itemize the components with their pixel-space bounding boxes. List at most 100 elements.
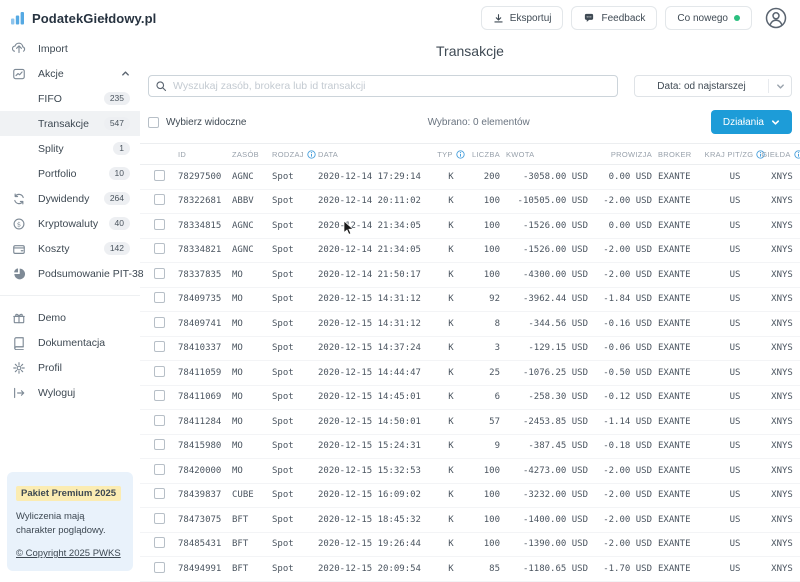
column-header-data[interactable]: DATA xyxy=(318,150,434,159)
column-header-kwota[interactable]: KWOTA xyxy=(506,150,594,159)
cell-zas-b: BFT xyxy=(232,564,272,574)
row-checkbox[interactable] xyxy=(154,513,178,527)
sidebar-item-transakcje[interactable]: Transakcje547 xyxy=(0,111,140,136)
search-input[interactable] xyxy=(148,75,618,97)
cell-prowizja: -0.50 USD xyxy=(594,368,658,378)
row-checkbox[interactable] xyxy=(154,415,178,429)
cell-id: 78337835 xyxy=(178,270,232,280)
table-row[interactable]: 78415980MOSpot2020-12-15 15:24:31K9-387.… xyxy=(140,435,800,460)
row-checkbox[interactable] xyxy=(154,562,178,576)
cell-rodzaj: Spot xyxy=(272,368,318,378)
export-button[interactable]: Eksportuj xyxy=(481,6,564,30)
table-row[interactable]: 78337835MOSpot2020-12-14 21:50:17K100-43… xyxy=(140,263,800,288)
sort-dropdown[interactable]: Data: od najstarszej xyxy=(634,75,792,97)
cell-liczba: 8 xyxy=(468,319,506,329)
sidebar-item-podsumowanie-pit-38[interactable]: Podsumowanie PIT-38 xyxy=(0,261,140,286)
table-row[interactable]: 78322681ABBVSpot2020-12-14 20:11:02K100-… xyxy=(140,190,800,215)
table-row[interactable]: 78334821AGNCSpot2020-12-14 21:34:05K100-… xyxy=(140,239,800,264)
cell-rodzaj: Spot xyxy=(272,490,318,500)
column-header-broker[interactable]: BROKER xyxy=(658,150,708,159)
cell-id: 78420000 xyxy=(178,466,232,476)
cell-prowizja: -1.14 USD xyxy=(594,417,658,427)
cell-liczba: 25 xyxy=(468,368,506,378)
sidebar-item-demo[interactable]: Demo xyxy=(0,305,140,330)
brand[interactable]: PodatekGiełdowy.pl xyxy=(10,10,156,26)
column-header-typ[interactable]: TYP xyxy=(434,150,468,159)
row-checkbox[interactable] xyxy=(154,292,178,306)
sidebar-item-fifo[interactable]: FIFO235 xyxy=(0,86,140,111)
cell-broker: EXANTE xyxy=(658,441,708,451)
table-row[interactable]: 78297500AGNCSpot2020-12-14 17:29:14K200-… xyxy=(140,165,800,190)
sidebar-item-dywidendy[interactable]: Dywidendy264 xyxy=(0,186,140,211)
cell-id: 78334815 xyxy=(178,221,232,231)
column-header-zas-b[interactable]: ZASÓB xyxy=(232,150,272,159)
cell-zas-b: AGNC xyxy=(232,245,272,255)
cell-kwota: -4273.00 USD xyxy=(506,466,594,476)
table-row[interactable]: 78334815AGNCSpot2020-12-14 21:34:05K100-… xyxy=(140,214,800,239)
row-checkbox[interactable] xyxy=(154,194,178,208)
cell-gie-da: XNYS xyxy=(762,564,800,574)
sidebar-item-akcje[interactable]: Akcje xyxy=(0,61,140,86)
table-row[interactable]: 78410337MOSpot2020-12-15 14:37:24K3-129.… xyxy=(140,337,800,362)
info-icon[interactable] xyxy=(794,150,800,159)
row-checkbox[interactable] xyxy=(154,366,178,380)
table-row[interactable]: 78473075BFTSpot2020-12-15 18:45:32K100-1… xyxy=(140,508,800,533)
table-row[interactable]: 78411284MOSpot2020-12-15 14:50:01K57-245… xyxy=(140,410,800,435)
select-visible-checkbox[interactable]: Wybierz widoczne xyxy=(148,117,247,128)
row-checkbox[interactable] xyxy=(154,390,178,404)
whats-new-button[interactable]: Co nowego xyxy=(665,6,752,30)
row-checkbox[interactable] xyxy=(154,219,178,233)
cell-id: 78473075 xyxy=(178,515,232,525)
count-badge: 40 xyxy=(109,217,130,230)
row-checkbox[interactable] xyxy=(154,341,178,355)
cell-data: 2020-12-15 15:24:31 xyxy=(318,441,434,451)
sidebar-item-wyloguj[interactable]: Wyloguj xyxy=(0,380,140,405)
sidebar-item-koszty[interactable]: Koszty142 xyxy=(0,236,140,261)
feedback-button[interactable]: Feedback xyxy=(571,6,657,30)
info-icon[interactable] xyxy=(307,150,316,159)
table-row[interactable]: 78411059MOSpot2020-12-15 14:44:47K25-107… xyxy=(140,361,800,386)
column-header-gie-da[interactable]: GIEŁDA xyxy=(762,150,800,159)
column-header-kraj-pit-zg[interactable]: KRAJ PIT/ZG xyxy=(708,150,762,159)
row-checkbox[interactable] xyxy=(154,464,178,478)
row-checkbox[interactable] xyxy=(154,243,178,257)
actions-button[interactable]: Działania xyxy=(711,110,792,134)
sidebar-item-kryptowaluty[interactable]: $Kryptowaluty40 xyxy=(0,211,140,236)
column-header-rodzaj[interactable]: RODZAJ xyxy=(272,150,318,159)
copyright-link[interactable]: © Copyright 2025 PWKS xyxy=(16,548,121,559)
table-row[interactable]: 78409735MOSpot2020-12-15 14:31:12K92-396… xyxy=(140,288,800,313)
row-checkbox[interactable] xyxy=(154,488,178,502)
column-header-liczba[interactable]: LICZBA xyxy=(468,150,506,159)
stocks-icon xyxy=(11,66,26,81)
checkbox-icon xyxy=(148,117,159,128)
sidebar-item-dokumentacja[interactable]: Dokumentacja xyxy=(0,330,140,355)
cell-prowizja: -2.00 USD xyxy=(594,245,658,255)
row-checkbox[interactable] xyxy=(154,268,178,282)
row-checkbox[interactable] xyxy=(154,170,178,184)
column-header-prowizja[interactable]: PROWIZJA xyxy=(594,150,658,159)
table-row[interactable]: 78485431BFTSpot2020-12-15 19:26:44K100-1… xyxy=(140,533,800,558)
sidebar-item-import[interactable]: Import xyxy=(0,36,140,61)
gear-icon xyxy=(11,360,26,375)
sidebar-item-splity[interactable]: Splity1 xyxy=(0,136,140,161)
cell-liczba: 200 xyxy=(468,172,506,182)
table-row[interactable]: 78439837CUBESpot2020-12-15 16:09:02K100-… xyxy=(140,484,800,509)
info-icon[interactable] xyxy=(456,150,465,159)
sidebar-item-portfolio[interactable]: Portfolio10 xyxy=(0,161,140,186)
cell-id: 78409735 xyxy=(178,294,232,304)
row-checkbox[interactable] xyxy=(154,537,178,551)
user-avatar[interactable] xyxy=(764,6,788,30)
column-header-id[interactable]: ID xyxy=(178,150,232,159)
table-row[interactable]: 78409741MOSpot2020-12-15 14:31:12K8-344.… xyxy=(140,312,800,337)
cell-kraj-pit-zg: US xyxy=(708,466,762,476)
cell-kraj-pit-zg: US xyxy=(708,539,762,549)
table-row[interactable]: 78420000MOSpot2020-12-15 15:32:53K100-42… xyxy=(140,459,800,484)
sidebar-item-profil[interactable]: Profil xyxy=(0,355,140,380)
cell-typ: K xyxy=(434,343,468,353)
row-checkbox[interactable] xyxy=(154,439,178,453)
checkbox-icon xyxy=(154,562,165,573)
cell-typ: K xyxy=(434,441,468,451)
row-checkbox[interactable] xyxy=(154,317,178,331)
table-row[interactable]: 78411069MOSpot2020-12-15 14:45:01K6-258.… xyxy=(140,386,800,411)
cell-kraj-pit-zg: US xyxy=(708,368,762,378)
